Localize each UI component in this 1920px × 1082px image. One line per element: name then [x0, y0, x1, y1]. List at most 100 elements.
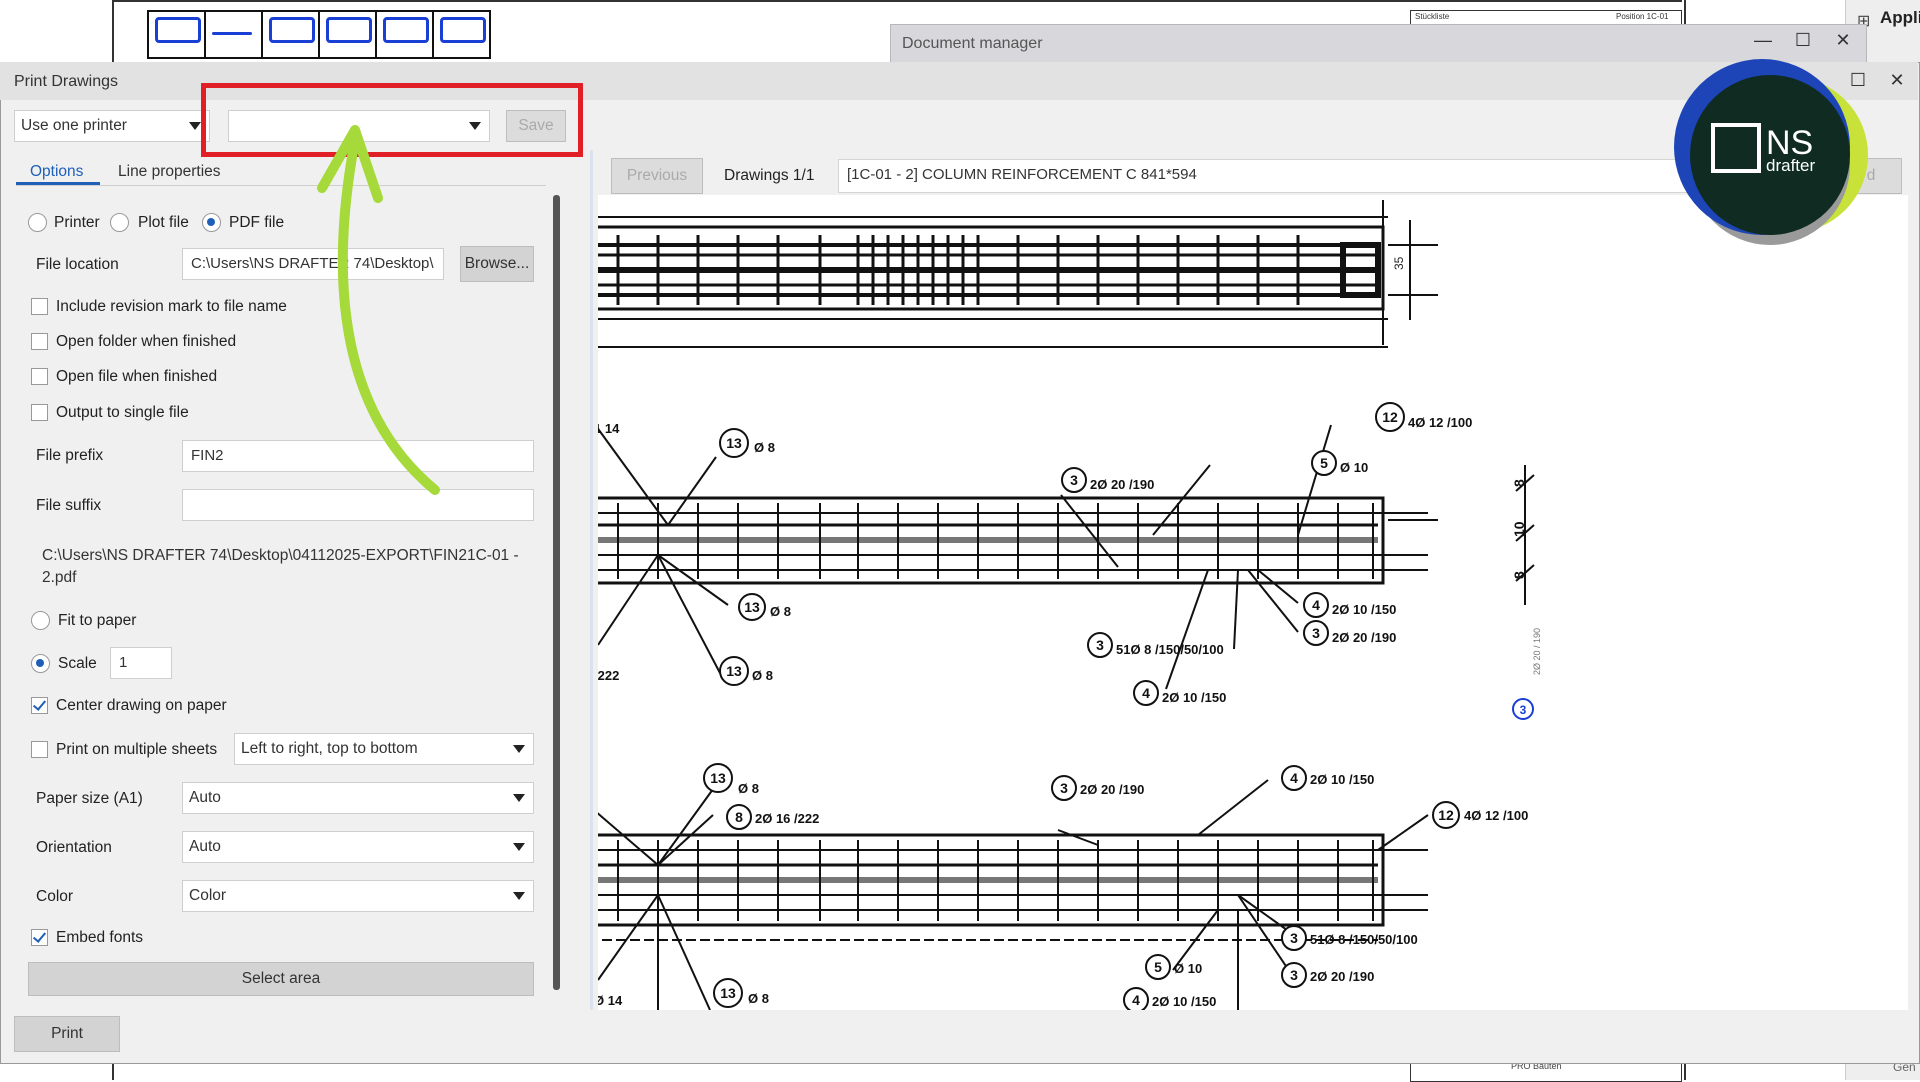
tab-options[interactable]: Options	[30, 163, 83, 181]
drawing-label: Ø 8	[754, 440, 775, 455]
paper-size-value: Auto	[189, 789, 221, 806]
dim-label: 8	[1511, 479, 1527, 487]
drawing-label: Ø 10	[1340, 460, 1368, 475]
drawing-label: 2Ø 20 /190	[1332, 630, 1396, 645]
callout: 3	[1060, 780, 1068, 796]
callout: 12	[1382, 409, 1398, 425]
callout: 13	[726, 663, 742, 679]
dim-label: 35	[1392, 256, 1406, 270]
scale-input[interactable]: 1	[110, 647, 172, 679]
pdf-file-radio-label[interactable]: PDF file	[229, 214, 284, 232]
dim-label: 8	[1511, 571, 1527, 579]
previous-button[interactable]: Previous	[611, 158, 703, 194]
file-location-label: File location	[36, 256, 119, 273]
tab-line-properties[interactable]: Line properties	[118, 163, 221, 181]
thumbnail	[375, 10, 434, 59]
plot-file-radio-label[interactable]: Plot file	[138, 214, 189, 232]
select-area-button[interactable]: Select area	[28, 962, 534, 996]
thumbnail	[204, 10, 263, 59]
open-file-checkbox-label[interactable]: Open file when finished	[56, 368, 217, 386]
paper-size-label: Paper size (A1)	[36, 790, 143, 807]
title-block-text: Stückliste	[1415, 12, 1450, 21]
callout: 4	[1142, 685, 1150, 701]
drawing-label: 2Ø 10 /150	[1332, 602, 1396, 617]
drawing-label: Ø 8	[770, 604, 791, 619]
multiple-sheets-checkbox[interactable]	[31, 741, 48, 758]
multiple-sheets-label[interactable]: Print on multiple sheets	[56, 741, 217, 759]
minimize-icon[interactable]: —	[1748, 30, 1778, 51]
active-tab-indicator	[16, 182, 100, 185]
color-select[interactable]: Color	[182, 880, 534, 912]
print-button[interactable]: Print	[14, 1016, 120, 1052]
side-panel-label[interactable]: Appli	[1880, 8, 1920, 28]
drawing-label: 51Ø 8 /150/50/100	[1116, 642, 1224, 657]
callout: 12	[1438, 807, 1454, 823]
dim-label: 10	[1511, 521, 1527, 537]
output-path-preview: C:\Users\NS DRAFTER 74\Desktop\04112025-…	[42, 547, 519, 586]
printer-radio[interactable]	[28, 213, 47, 232]
drawing-label: 2Ø 16 /222	[755, 811, 819, 826]
thumbnail	[147, 10, 206, 59]
chevron-down-icon	[513, 892, 525, 900]
drawing-label: 4Ø 12 /100	[1408, 415, 1472, 430]
revision-checkbox[interactable]	[31, 298, 48, 315]
chevron-down-icon	[513, 794, 525, 802]
orientation-label: Orientation	[36, 839, 112, 856]
printer-mode-select[interactable]: Use one printer	[14, 110, 210, 142]
dialog-title: Print Drawings	[14, 73, 119, 90]
center-drawing-checkbox[interactable]	[31, 697, 48, 714]
callout: 5	[1154, 959, 1162, 975]
embed-fonts-label[interactable]: Embed fonts	[56, 929, 143, 947]
file-suffix-label: File suffix	[36, 497, 102, 514]
drawing-label: Ø 8	[748, 991, 769, 1006]
callout: 3	[1290, 967, 1298, 983]
drawing-label: 2Ø 10 /150	[1152, 994, 1216, 1009]
logo-text: drafter	[1766, 156, 1815, 175]
color-label: Color	[36, 888, 74, 905]
drawing-label: 2Ø 20 /190	[1080, 782, 1144, 797]
callout: 13	[710, 770, 726, 786]
open-folder-checkbox[interactable]	[31, 333, 48, 350]
options-scrollbar[interactable]	[553, 195, 560, 990]
sheet-order-select[interactable]: Left to right, top to bottom	[234, 733, 534, 765]
printer-mode-value: Use one printer	[21, 117, 127, 134]
dim-label: 2Ø 20 / 190	[1532, 628, 1542, 675]
open-file-checkbox[interactable]	[31, 368, 48, 385]
scale-label[interactable]: Scale	[58, 655, 97, 673]
paper-size-select[interactable]: Auto	[182, 782, 534, 814]
callout: 13	[726, 435, 742, 451]
color-value: Color	[189, 887, 227, 904]
center-drawing-label[interactable]: Center drawing on paper	[56, 697, 227, 715]
drawing-preview[interactable]: 35 13 12 5 3 13 4 3 3 13 4 14 Ø 8 4Ø 12 …	[598, 195, 1908, 1010]
close-icon[interactable]: ✕	[1828, 30, 1858, 51]
fit-to-paper-radio[interactable]	[31, 611, 50, 630]
revision-checkbox-label[interactable]: Include revision mark to file name	[56, 298, 287, 316]
open-folder-checkbox-label[interactable]: Open folder when finished	[56, 333, 236, 351]
single-file-checkbox[interactable]	[31, 404, 48, 421]
panel-divider[interactable]	[590, 150, 593, 1010]
plot-file-radio[interactable]	[110, 213, 129, 232]
callout: 3	[1290, 930, 1298, 946]
embed-fonts-checkbox[interactable]	[31, 929, 48, 946]
maximize-icon[interactable]: ☐	[1788, 30, 1818, 51]
printer-radio-label[interactable]: Printer	[54, 214, 100, 232]
close-icon[interactable]: ✕	[1882, 70, 1912, 91]
callout: 4	[1132, 992, 1140, 1008]
callout: 4	[1312, 597, 1320, 613]
drawing-label: Ø 8	[752, 668, 773, 683]
drawing-label: 51Ø 8 /150/50/100	[1310, 932, 1418, 947]
orientation-select[interactable]: Auto	[182, 831, 534, 863]
background-thumbnail-strip	[145, 0, 491, 62]
chevron-down-icon	[513, 843, 525, 851]
browse-button[interactable]: Browse...	[460, 246, 534, 282]
scale-radio[interactable]	[31, 654, 50, 673]
drawing-label: 2Ø 10 /150	[1162, 690, 1226, 705]
single-file-checkbox-label[interactable]: Output to single file	[56, 404, 189, 422]
file-prefix-label: File prefix	[36, 447, 104, 464]
drawing-label: Ø 10	[1174, 961, 1202, 976]
orientation-value: Auto	[189, 838, 221, 855]
pdf-file-radio[interactable]	[202, 213, 221, 232]
fit-to-paper-label[interactable]: Fit to paper	[58, 612, 136, 630]
thumbnail	[261, 10, 320, 59]
title-block-text: Position 1C-01	[1616, 12, 1669, 21]
